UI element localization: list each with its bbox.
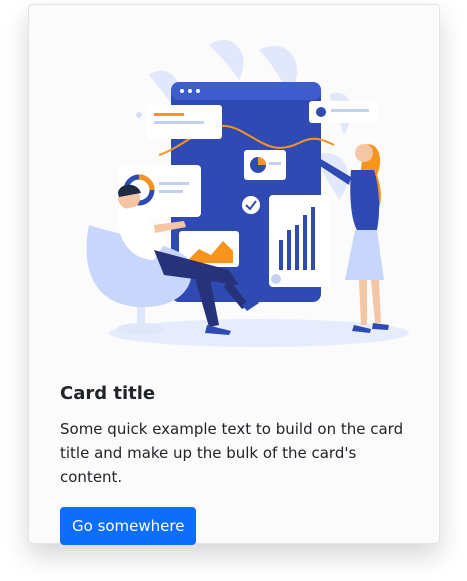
card: Card title Some quick example text to bu…	[28, 4, 440, 545]
card-text: Some quick example text to build on the …	[60, 420, 404, 486]
go-somewhere-button[interactable]: Go somewhere	[60, 507, 197, 545]
card-title: Card title	[60, 383, 156, 404]
dashboard-illustration	[86, 39, 409, 347]
card-body: Card title Some quick example text to bu…	[60, 382, 412, 545]
